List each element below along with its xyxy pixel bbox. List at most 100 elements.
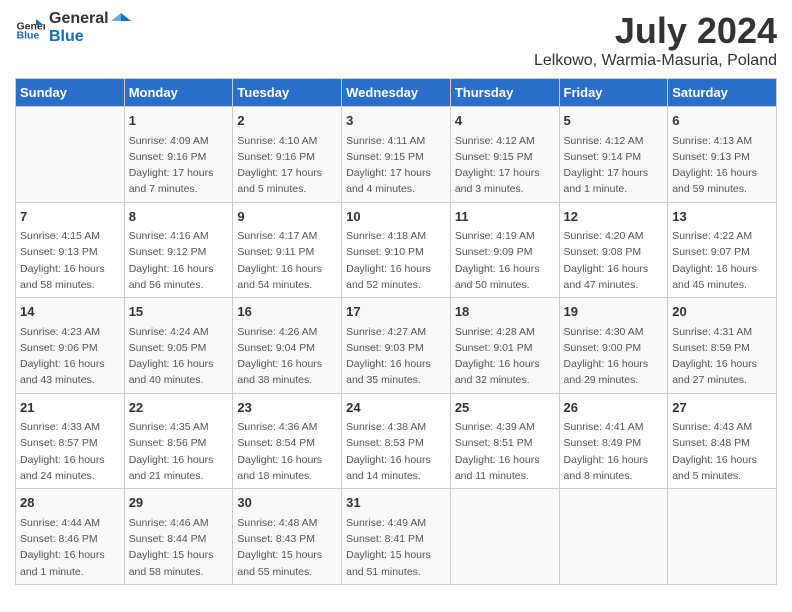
day-number: 8 [129,207,229,227]
table-row: 20Sunrise: 4:31 AM Sunset: 8:59 PM Dayli… [668,298,777,394]
calendar-week-row: 14Sunrise: 4:23 AM Sunset: 9:06 PM Dayli… [16,298,777,394]
table-row [450,489,559,585]
day-info: Sunrise: 4:24 AM Sunset: 9:05 PM Dayligh… [129,324,229,389]
table-row: 31Sunrise: 4:49 AM Sunset: 8:41 PM Dayli… [342,489,451,585]
day-number: 12 [564,207,664,227]
day-number: 23 [237,398,337,418]
logo-icon: General Blue [15,13,45,43]
table-row [16,107,125,203]
table-row: 28Sunrise: 4:44 AM Sunset: 8:46 PM Dayli… [16,489,125,585]
table-row: 9Sunrise: 4:17 AM Sunset: 9:11 PM Daylig… [233,202,342,298]
table-row: 21Sunrise: 4:33 AM Sunset: 8:57 PM Dayli… [16,393,125,489]
day-number: 26 [564,398,664,418]
day-info: Sunrise: 4:13 AM Sunset: 9:13 PM Dayligh… [672,133,772,198]
day-number: 24 [346,398,446,418]
table-row: 7Sunrise: 4:15 AM Sunset: 9:13 PM Daylig… [16,202,125,298]
table-row: 19Sunrise: 4:30 AM Sunset: 9:00 PM Dayli… [559,298,668,394]
calendar-week-row: 1Sunrise: 4:09 AM Sunset: 9:16 PM Daylig… [16,107,777,203]
table-row: 13Sunrise: 4:22 AM Sunset: 9:07 PM Dayli… [668,202,777,298]
day-number: 29 [129,493,229,513]
day-number: 15 [129,302,229,322]
day-number: 19 [564,302,664,322]
day-info: Sunrise: 4:09 AM Sunset: 9:16 PM Dayligh… [129,133,229,198]
table-row: 18Sunrise: 4:28 AM Sunset: 9:01 PM Dayli… [450,298,559,394]
day-info: Sunrise: 4:19 AM Sunset: 9:09 PM Dayligh… [455,228,555,293]
day-info: Sunrise: 4:11 AM Sunset: 9:15 PM Dayligh… [346,133,446,198]
calendar-header-row: Sunday Monday Tuesday Wednesday Thursday… [16,79,777,107]
day-info: Sunrise: 4:39 AM Sunset: 8:51 PM Dayligh… [455,419,555,484]
day-info: Sunrise: 4:49 AM Sunset: 8:41 PM Dayligh… [346,515,446,580]
calendar-table: Sunday Monday Tuesday Wednesday Thursday… [15,78,777,585]
table-row: 30Sunrise: 4:48 AM Sunset: 8:43 PM Dayli… [233,489,342,585]
table-row: 29Sunrise: 4:46 AM Sunset: 8:44 PM Dayli… [124,489,233,585]
day-number: 10 [346,207,446,227]
day-number: 21 [20,398,120,418]
day-info: Sunrise: 4:18 AM Sunset: 9:10 PM Dayligh… [346,228,446,293]
table-row: 4Sunrise: 4:12 AM Sunset: 9:15 PM Daylig… [450,107,559,203]
day-number: 4 [455,111,555,131]
day-number: 11 [455,207,555,227]
main-title: July 2024 [534,10,777,52]
day-info: Sunrise: 4:10 AM Sunset: 9:16 PM Dayligh… [237,133,337,198]
title-section: July 2024 Lelkowo, Warmia-Masuria, Polan… [534,10,777,70]
calendar-week-row: 21Sunrise: 4:33 AM Sunset: 8:57 PM Dayli… [16,393,777,489]
day-number: 22 [129,398,229,418]
day-number: 3 [346,111,446,131]
day-info: Sunrise: 4:23 AM Sunset: 9:06 PM Dayligh… [20,324,120,389]
day-number: 31 [346,493,446,513]
day-number: 1 [129,111,229,131]
day-number: 2 [237,111,337,131]
table-row [668,489,777,585]
day-number: 17 [346,302,446,322]
day-info: Sunrise: 4:48 AM Sunset: 8:43 PM Dayligh… [237,515,337,580]
table-row: 10Sunrise: 4:18 AM Sunset: 9:10 PM Dayli… [342,202,451,298]
day-info: Sunrise: 4:33 AM Sunset: 8:57 PM Dayligh… [20,419,120,484]
table-row: 17Sunrise: 4:27 AM Sunset: 9:03 PM Dayli… [342,298,451,394]
table-row: 23Sunrise: 4:36 AM Sunset: 8:54 PM Dayli… [233,393,342,489]
table-row: 22Sunrise: 4:35 AM Sunset: 8:56 PM Dayli… [124,393,233,489]
table-row: 2Sunrise: 4:10 AM Sunset: 9:16 PM Daylig… [233,107,342,203]
logo-general-text: General [49,10,131,28]
table-row: 16Sunrise: 4:26 AM Sunset: 9:04 PM Dayli… [233,298,342,394]
table-row: 5Sunrise: 4:12 AM Sunset: 9:14 PM Daylig… [559,107,668,203]
logo-bird-icon [111,11,131,27]
day-number: 5 [564,111,664,131]
col-monday: Monday [124,79,233,107]
day-info: Sunrise: 4:15 AM Sunset: 9:13 PM Dayligh… [20,228,120,293]
day-number: 7 [20,207,120,227]
table-row: 8Sunrise: 4:16 AM Sunset: 9:12 PM Daylig… [124,202,233,298]
table-row: 1Sunrise: 4:09 AM Sunset: 9:16 PM Daylig… [124,107,233,203]
day-info: Sunrise: 4:12 AM Sunset: 9:14 PM Dayligh… [564,133,664,198]
day-number: 16 [237,302,337,322]
table-row: 27Sunrise: 4:43 AM Sunset: 8:48 PM Dayli… [668,393,777,489]
day-number: 14 [20,302,120,322]
day-info: Sunrise: 4:26 AM Sunset: 9:04 PM Dayligh… [237,324,337,389]
day-info: Sunrise: 4:27 AM Sunset: 9:03 PM Dayligh… [346,324,446,389]
col-thursday: Thursday [450,79,559,107]
day-info: Sunrise: 4:17 AM Sunset: 9:11 PM Dayligh… [237,228,337,293]
day-info: Sunrise: 4:28 AM Sunset: 9:01 PM Dayligh… [455,324,555,389]
table-row: 25Sunrise: 4:39 AM Sunset: 8:51 PM Dayli… [450,393,559,489]
day-number: 20 [672,302,772,322]
col-tuesday: Tuesday [233,79,342,107]
logo-blue-text: Blue [49,28,131,46]
day-info: Sunrise: 4:44 AM Sunset: 8:46 PM Dayligh… [20,515,120,580]
day-number: 13 [672,207,772,227]
table-row: 15Sunrise: 4:24 AM Sunset: 9:05 PM Dayli… [124,298,233,394]
subtitle: Lelkowo, Warmia-Masuria, Poland [534,52,777,70]
col-wednesday: Wednesday [342,79,451,107]
table-row: 24Sunrise: 4:38 AM Sunset: 8:53 PM Dayli… [342,393,451,489]
table-row: 3Sunrise: 4:11 AM Sunset: 9:15 PM Daylig… [342,107,451,203]
day-info: Sunrise: 4:20 AM Sunset: 9:08 PM Dayligh… [564,228,664,293]
day-info: Sunrise: 4:35 AM Sunset: 8:56 PM Dayligh… [129,419,229,484]
day-number: 25 [455,398,555,418]
day-number: 6 [672,111,772,131]
day-number: 30 [237,493,337,513]
day-info: Sunrise: 4:12 AM Sunset: 9:15 PM Dayligh… [455,133,555,198]
day-number: 27 [672,398,772,418]
table-row: 12Sunrise: 4:20 AM Sunset: 9:08 PM Dayli… [559,202,668,298]
table-row: 11Sunrise: 4:19 AM Sunset: 9:09 PM Dayli… [450,202,559,298]
table-row [559,489,668,585]
day-info: Sunrise: 4:30 AM Sunset: 9:00 PM Dayligh… [564,324,664,389]
day-info: Sunrise: 4:16 AM Sunset: 9:12 PM Dayligh… [129,228,229,293]
